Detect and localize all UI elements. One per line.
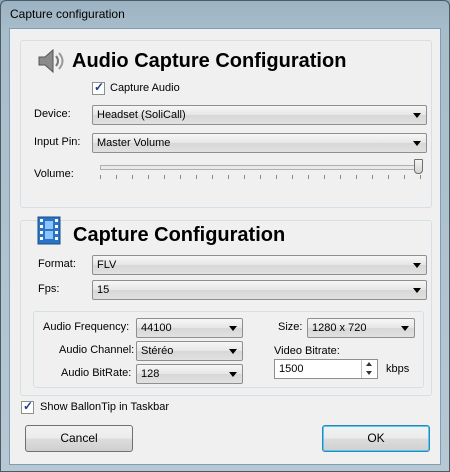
audio-bitrate-dropdown[interactable]: 128 [136,364,243,384]
capture-config-group: Capture Configuration Format: FLV Fps: 1… [20,216,432,396]
format-value: FLV [97,259,117,271]
speaker-icon [36,47,64,75]
show-balloon-tip-checkbox[interactable]: ✓ [21,399,34,414]
advanced-settings-group: Audio Frequency: 44100 Audio Channel: St… [33,311,424,388]
dialog-client-area: Audio Capture Configuration ✓ Capture Au… [9,28,441,465]
chevron-down-icon [229,326,237,331]
chevron-down-icon [413,113,421,118]
volume-slider-thumb[interactable] [414,159,423,174]
slider-tick [404,175,405,179]
chevron-down-icon [413,263,421,268]
volume-slider-ticks [100,175,421,179]
device-label: Device: [34,108,71,120]
volume-slider-track [100,165,422,170]
size-dropdown[interactable]: 1280 x 720 [307,318,415,338]
slider-tick [196,175,197,179]
capture-audio-label: Capture Audio [110,82,180,94]
cancel-button[interactable]: Cancel [25,425,133,452]
audio-frequency-dropdown[interactable]: 44100 [136,318,243,338]
fps-value: 15 [97,284,110,296]
slider-tick [260,175,261,179]
device-dropdown[interactable]: Headset (SoliCall) [92,105,427,125]
slider-tick [292,175,293,179]
audio-channel-label: Audio Channel: [59,344,135,356]
slider-tick [388,175,389,179]
audio-frequency-value: 44100 [141,322,172,334]
input-pin-label: Input Pin: [34,136,81,148]
audio-channel-dropdown[interactable]: Stéréo [136,341,243,361]
audio-bitrate-value: 128 [141,368,160,380]
slider-tick [308,175,309,179]
format-dropdown[interactable]: FLV [92,255,427,275]
chevron-down-icon[interactable] [366,371,372,375]
video-bitrate-unit: kbps [386,363,410,375]
slider-tick [276,175,277,179]
window-title: Capture configuration [10,7,125,21]
chevron-down-icon [413,141,421,146]
chevron-down-icon [229,372,237,377]
capture-audio-checkbox[interactable]: ✓ [92,80,105,95]
ok-button[interactable]: OK [322,425,430,452]
slider-tick [116,175,117,179]
audio-capture-group: Audio Capture Configuration ✓ Capture Au… [20,40,432,208]
slider-tick [356,175,357,179]
slider-tick [180,175,181,179]
audio-section-heading: Audio Capture Configuration [72,50,347,72]
input-pin-value: Master Volume [97,137,171,149]
chevron-down-icon [229,349,237,354]
volume-label: Volume: [34,168,74,180]
slider-tick [420,175,421,179]
chevron-up-icon[interactable] [366,362,372,366]
slider-tick [148,175,149,179]
input-pin-dropdown[interactable]: Master Volume [92,133,427,153]
slider-tick [244,175,245,179]
chevron-down-icon [401,326,409,331]
capture-section-heading: Capture Configuration [73,224,286,246]
video-bitrate-label: Video Bitrate: [274,345,340,357]
show-balloon-tip-label: Show BallonTip in Taskbar [40,401,170,413]
slider-tick [340,175,341,179]
slider-tick [324,175,325,179]
fps-dropdown[interactable]: 15 [92,280,427,300]
fps-label: Fps: [38,283,60,295]
audio-bitrate-label: Audio BitRate: [61,367,132,379]
format-label: Format: [38,258,76,270]
size-value: 1280 x 720 [312,322,367,334]
film-icon [37,216,63,246]
slider-tick [100,175,101,179]
chevron-down-icon [413,288,421,293]
device-value: Headset (SoliCall) [97,109,186,121]
dialog-window: Capture configuration Audio Capture Conf… [0,0,450,472]
volume-slider[interactable] [100,159,424,189]
audio-channel-value: Stéréo [141,345,174,357]
slider-tick [372,175,373,179]
size-label: Size: [278,321,303,333]
slider-tick [132,175,133,179]
spinner-buttons[interactable] [361,360,377,378]
slider-tick [164,175,165,179]
title-bar[interactable]: Capture configuration [1,1,449,27]
slider-tick [228,175,229,179]
video-bitrate-spinner[interactable]: 1500 [274,359,378,379]
slider-tick [212,175,213,179]
video-bitrate-value: 1500 [279,363,304,375]
audio-frequency-label: Audio Frequency: [43,321,130,333]
